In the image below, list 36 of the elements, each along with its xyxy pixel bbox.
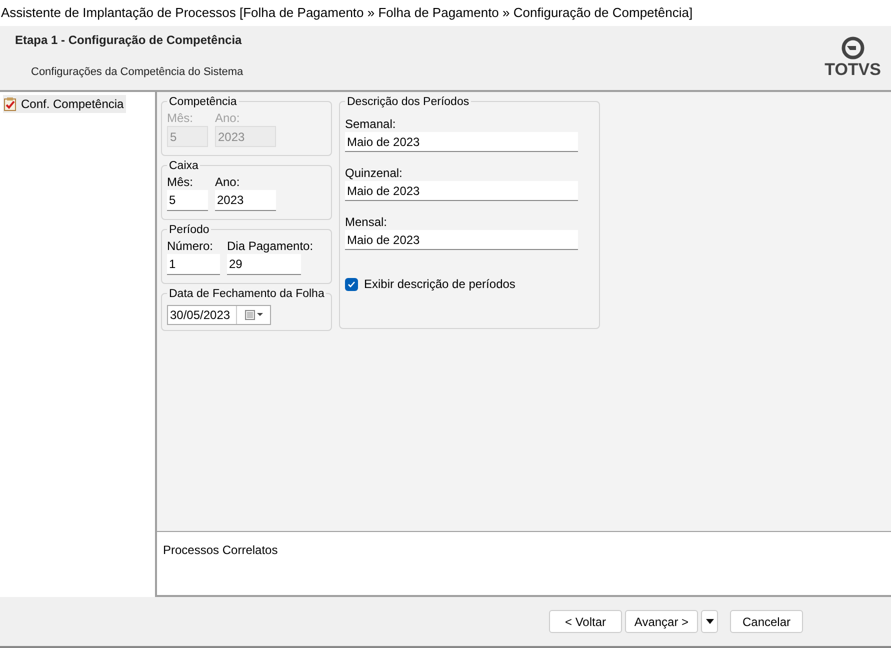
field-label: Mês: <box>167 174 194 190</box>
clipboard-check-icon <box>3 97 17 111</box>
field-label: Mês: <box>167 110 194 126</box>
input-field[interactable]: 5 <box>167 190 208 211</box>
dropdown-button[interactable] <box>701 610 718 633</box>
input-field[interactable]: 29 <box>227 254 301 275</box>
field-label: Quinzenal: <box>345 165 404 181</box>
caret-icon <box>706 619 714 624</box>
calendar-icon <box>244 310 262 320</box>
field-label: Número: <box>167 238 214 254</box>
logo-icon <box>840 36 865 60</box>
wizard-button[interactable]: Avançar > <box>625 610 698 633</box>
checkbox-label: Exibir descrição de períodos <box>364 276 516 293</box>
field-label: Mensal: <box>345 214 388 230</box>
field-label: Semanal: <box>345 116 397 132</box>
sidebar-item[interactable]: Conf. Competência <box>3 95 126 113</box>
step-title: Etapa 1 - Configuração de Competência <box>15 32 243 49</box>
window-title: Assistente de Implantação de Processos [Folha de Pagamento » Folha de Pagamento » Configuração de Competência] <box>1 4 693 22</box>
input-field[interactable]: Maio de 2023 <box>345 132 578 152</box>
group-title: Descrição dos Períodos <box>345 94 472 110</box>
step-subtitle: Configurações da Competência do Sistema <box>31 65 244 80</box>
date-field[interactable]: 30/05/2023 <box>167 305 271 325</box>
group-title: Competência <box>167 94 239 110</box>
check-icon <box>347 280 356 288</box>
field-label: Ano: <box>215 174 241 190</box>
field-label: Ano: <box>215 110 241 126</box>
panel-title: Processos Correlatos <box>163 543 278 557</box>
input-field[interactable]: Maio de 2023 <box>345 230 578 250</box>
input-field[interactable]: 2023 <box>215 190 276 211</box>
wizard-button[interactable]: < Voltar <box>549 610 622 633</box>
field-label: Dia Pagamento: <box>227 238 314 254</box>
logo-text: TOTVS <box>824 60 881 80</box>
wizard-button[interactable]: Cancelar <box>730 610 803 633</box>
input-field[interactable]: Maio de 2023 <box>345 181 578 201</box>
input-field[interactable]: 1 <box>167 254 220 275</box>
checkbox[interactable] <box>345 278 358 290</box>
